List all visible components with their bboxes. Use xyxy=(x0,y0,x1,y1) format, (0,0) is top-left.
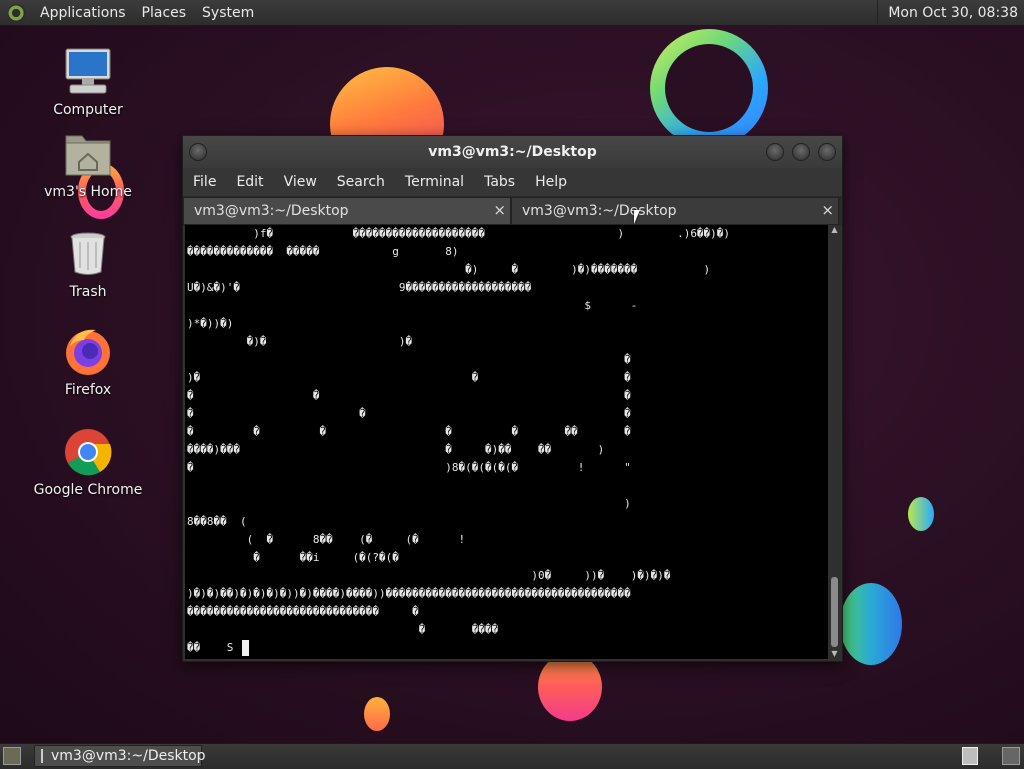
terminal-scrollbar[interactable]: ▲ ▼ xyxy=(829,225,840,659)
close-button[interactable] xyxy=(818,143,836,161)
trash-applet-icon[interactable] xyxy=(1002,747,1020,765)
places-menu[interactable]: Places xyxy=(134,5,195,21)
desktop-icon-computer[interactable]: Computer xyxy=(33,46,143,118)
scrollbar-thumb[interactable] xyxy=(831,577,838,647)
tab-close-icon[interactable]: × xyxy=(493,201,506,219)
scroll-up-icon[interactable]: ▲ xyxy=(829,225,840,235)
wallpaper-ring xyxy=(650,29,768,147)
terminal-window[interactable]: vm3@vm3:~/Desktop File Edit View Search … xyxy=(182,135,843,662)
tab-close-icon[interactable]: × xyxy=(821,201,834,219)
terminal-tab-2[interactable]: vm3@vm3:~/Desktop × xyxy=(511,197,839,225)
terminal-icon xyxy=(41,749,43,763)
desktop-icon-label: Firefox xyxy=(64,382,112,398)
tab-label: vm3@vm3:~/Desktop xyxy=(522,203,677,219)
wallpaper-small-green-blob xyxy=(908,497,934,531)
menu-search[interactable]: Search xyxy=(327,174,395,190)
distro-logo-icon[interactable] xyxy=(8,3,26,22)
desktop-icon-trash[interactable]: Trash xyxy=(33,228,143,300)
terminal-tab-bar: vm3@vm3:~/Desktop × vm3@vm3:~/Desktop × xyxy=(183,196,842,225)
wallpaper-small-orange-blob xyxy=(364,697,390,731)
taskbar-window-button[interactable]: vm3@vm3:~/Desktop xyxy=(34,745,206,767)
maximize-button[interactable] xyxy=(792,143,810,161)
terminal-output: )f� �������������������� ) .)6��)�) ����… xyxy=(187,227,731,654)
desktop-icon-label: Google Chrome xyxy=(33,482,143,498)
window-title: vm3@vm3:~/Desktop xyxy=(428,144,597,160)
desktop-icon-home[interactable]: vm3's Home xyxy=(33,128,143,200)
computer-icon xyxy=(62,46,114,98)
window-titlebar[interactable]: vm3@vm3:~/Desktop xyxy=(183,136,842,168)
show-desktop-icon[interactable] xyxy=(3,747,21,765)
terminal-output-area[interactable]: )f� �������������������� ) .)6��)�) ����… xyxy=(185,225,828,659)
scroll-down-icon[interactable]: ▼ xyxy=(829,649,840,659)
minimize-button[interactable] xyxy=(766,143,784,161)
wallpaper-green-blue-blob xyxy=(840,583,902,665)
terminal-tab-1[interactable]: vm3@vm3:~/Desktop × xyxy=(183,197,511,225)
menu-help[interactable]: Help xyxy=(525,174,577,190)
menu-file[interactable]: File xyxy=(183,174,226,190)
text-cursor xyxy=(242,640,249,656)
menu-tabs[interactable]: Tabs xyxy=(474,174,525,190)
chrome-icon xyxy=(62,426,114,478)
desktop-icon-label: Computer xyxy=(53,102,123,118)
bottom-panel: vm3@vm3:~/Desktop xyxy=(0,743,1024,769)
home-folder-icon xyxy=(62,128,114,180)
desktop-icon-firefox[interactable]: Firefox xyxy=(33,326,143,398)
taskbar-window-label: vm3@vm3:~/Desktop xyxy=(51,748,206,764)
desktop-icon-label: vm3's Home xyxy=(44,184,132,200)
menu-view[interactable]: View xyxy=(274,174,327,190)
terminal-menubar: File Edit View Search Terminal Tabs Help xyxy=(183,168,842,196)
firefox-icon xyxy=(62,326,114,378)
clock[interactable]: Mon Oct 30, 08:38 xyxy=(877,0,1024,25)
top-panel: Applications Places System Mon Oct 30, 0… xyxy=(0,0,1024,26)
desktop-icon-label: Trash xyxy=(69,284,107,300)
system-menu[interactable]: System xyxy=(194,5,262,21)
menu-edit[interactable]: Edit xyxy=(226,174,273,190)
menu-terminal[interactable]: Terminal xyxy=(395,174,474,190)
applications-menu[interactable]: Applications xyxy=(32,5,134,21)
wallpaper-pink-blob xyxy=(538,653,602,721)
trash-icon xyxy=(62,228,114,280)
workspace-switcher[interactable] xyxy=(962,747,978,765)
tab-label: vm3@vm3:~/Desktop xyxy=(194,203,349,219)
mouse-pointer-icon xyxy=(634,210,640,224)
desktop-icon-chrome[interactable]: Google Chrome xyxy=(33,426,143,498)
